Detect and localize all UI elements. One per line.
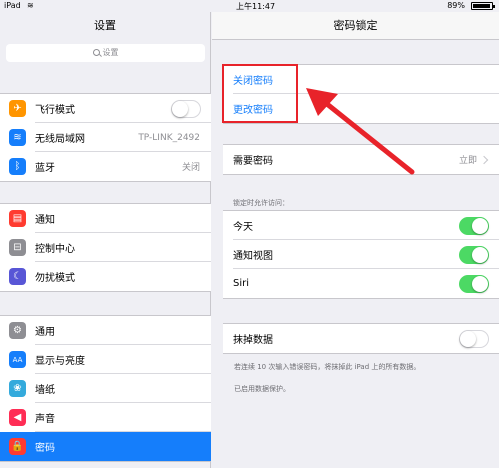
allow-access-label: Siri (233, 278, 250, 289)
device-name: iPad (4, 1, 21, 10)
display-icon: AA (9, 351, 26, 368)
sidebar-item-label: 控制中心 (35, 244, 75, 255)
sidebar-group-system: ⚙ 通用 AA 显示与亮度 ❀ 墙纸 ◀ 声音 🔒 密码 (0, 315, 211, 462)
airplane-mode-toggle[interactable] (171, 99, 201, 118)
search-icon (92, 49, 100, 56)
data-protection-note: 已启用数据保护。 (234, 385, 290, 393)
notifications-icon: ▤ (9, 210, 26, 227)
sound-icon: ◀ (9, 409, 26, 426)
erase-data-toggle[interactable] (459, 329, 489, 348)
sidebar-item[interactable]: ᛒ 蓝牙 关闭 (0, 152, 211, 181)
chevron-right-icon (479, 155, 489, 164)
wallpaper-icon: ❀ (9, 380, 26, 397)
status-bar: iPad ≋ 上午11:47 89% (0, 0, 499, 12)
allow-access-header: 锁定时允许访问： (233, 199, 289, 207)
sidebar-item[interactable]: ⊟ 控制中心 (0, 233, 211, 262)
sidebar-group-connectivity: ✈ 飞行模式 ≋ 无线局域网 TP-LINK_2492 ᛒ 蓝牙 关闭 (0, 93, 211, 182)
sidebar-item[interactable]: ◀ 声音 (0, 403, 211, 432)
sidebar-item[interactable]: ✈ 飞行模式 (0, 94, 211, 123)
bluetooth-icon: ᛒ (9, 158, 26, 175)
erase-data-group: 抹掉数据 (223, 323, 499, 354)
allow-access-toggle[interactable] (459, 274, 489, 293)
wifi-status-icon: ≋ (27, 1, 34, 10)
erase-data-note: 若连续 10 次输入错误密码，将抹掉此 iPad 上的所有数据。 (234, 363, 421, 371)
allow-access-label: 今天 (233, 222, 253, 233)
erase-data-row: 抹掉数据 (223, 324, 499, 353)
erase-data-label: 抹掉数据 (233, 335, 273, 346)
highlight-box (222, 64, 298, 123)
lock-icon: 🔒 (9, 438, 26, 455)
battery-percent: 89% (447, 1, 465, 10)
battery-icon (471, 2, 495, 10)
sidebar-item[interactable]: ≋ 无线局域网 TP-LINK_2492 (0, 123, 211, 152)
sidebar-item-label: 蓝牙 (35, 163, 55, 174)
sidebar-item[interactable]: AA 显示与亮度 (0, 345, 211, 374)
annotation-arrow-icon (306, 88, 415, 175)
sidebar-item[interactable]: ❀ 墙纸 (0, 374, 211, 403)
sidebar-item-label: 无线局域网 (35, 134, 85, 145)
panel-title: 密码锁定 (212, 12, 499, 40)
sidebar-item-value: TP-LINK_2492 (138, 132, 200, 143)
sidebar-group-notifications: ▤ 通知 ⊟ 控制中心 ☾ 勿扰模式 (0, 203, 211, 292)
sidebar-item[interactable]: ▤ 通知 (0, 204, 211, 233)
allow-access-group: 今天通知视图 Siri (223, 210, 499, 299)
gear-icon: ⚙ (9, 322, 26, 339)
sidebar-item[interactable]: 🔒 密码 (0, 432, 211, 461)
sidebar-item-label: 墙纸 (35, 385, 55, 396)
allow-access-toggle[interactable] (459, 216, 489, 235)
settings-sidebar: 设置 设置 ✈ 飞行模式 ≋ 无线局域网 TP-LINK_2492 ᛒ 蓝牙 关闭 ▤ 通知 ⊟ 控… (0, 12, 211, 468)
sidebar-item-label: 飞行模式 (35, 105, 75, 116)
sidebar-item[interactable]: ☾ 勿扰模式 (0, 262, 211, 291)
allow-access-row: Siri (223, 269, 499, 298)
sidebar-item-label: 通用 (35, 327, 55, 338)
allow-access-row: 通知视图 (223, 240, 499, 269)
sidebar-title: 设置 (94, 19, 116, 32)
sidebar-item-value: 关闭 (181, 163, 200, 173)
search-input[interactable]: 设置 (6, 44, 205, 62)
airplane-icon: ✈ (9, 100, 26, 117)
control-center-icon: ⊟ (9, 239, 26, 256)
allow-access-label: 通知视图 (233, 251, 273, 262)
allow-access-toggle[interactable] (459, 245, 489, 264)
wifi-icon: ≋ (9, 129, 26, 146)
sidebar-item-label: 显示与亮度 (35, 356, 85, 367)
moon-icon: ☾ (9, 268, 26, 285)
sidebar-item-label: 勿扰模式 (35, 273, 75, 284)
sidebar-item-label: 通知 (35, 215, 55, 226)
require-passcode-value: 立即 (458, 156, 477, 166)
sidebar-item-label: 声音 (35, 414, 55, 425)
clock: 上午11:47 (236, 2, 276, 11)
sidebar-item[interactable]: ⚙ 通用 (0, 316, 211, 345)
sidebar-item-label: 密码 (35, 443, 55, 454)
search-placeholder: 设置 (102, 48, 119, 57)
allow-access-row: 今天 (223, 211, 499, 240)
